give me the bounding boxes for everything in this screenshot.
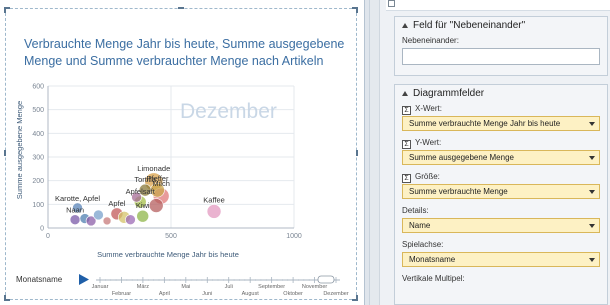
play-axis-month-label: November: [302, 284, 328, 290]
sum-icon: Σ: [402, 174, 411, 183]
play-axis-month-label: September: [258, 284, 285, 290]
collapse-triangle-icon[interactable]: [402, 91, 408, 96]
field-list-top: [386, 0, 610, 11]
scatter-point[interactable]: [136, 209, 150, 223]
field-well-label-text: X-Wert:: [415, 104, 442, 113]
play-axis-month-label: Juni: [202, 291, 212, 297]
field-name: Summe verbrauchte Menge Jahr bis heute: [409, 119, 561, 128]
dropdown-arrow-icon[interactable]: [589, 156, 595, 160]
point-label: Limonade: [137, 164, 170, 173]
play-axis-month-label: Mai: [181, 284, 190, 290]
sum-icon: Σ: [402, 106, 411, 115]
scatter-point[interactable]: [148, 198, 164, 213]
dropdown-arrow-icon[interactable]: [589, 122, 595, 126]
field-checkbox[interactable]: [388, 0, 395, 7]
chart-fields-list: Σ X-Wert: Summe verbrauchte Menge Jahr bis…: [395, 103, 607, 273]
y-tick-label: 400: [32, 131, 44, 138]
field-well-value[interactable]: Summe verbrauchte Menge Jahr bis heute: [402, 116, 600, 131]
x-tick-label: 1000: [286, 233, 302, 240]
chart-fields-section: Diagrammfelder Σ X-Wert: Summe verbrauchte…: [394, 84, 608, 305]
play-icon[interactable]: [79, 274, 89, 285]
tile-by-dropzone[interactable]: [402, 48, 600, 65]
scatter-point[interactable]: [93, 209, 104, 221]
x-tick-label: 0: [46, 233, 50, 240]
point-label: Kiwi: [136, 201, 150, 210]
y-tick-label: 600: [32, 84, 44, 91]
tile-by-section: Feld für "Nebeneinander" Nebeneinander:: [394, 16, 608, 76]
point-label: Karotte, Apfel: [55, 194, 100, 203]
tile-by-label: Nebeneinander:: [402, 36, 459, 45]
field-well-label-text: Größe:: [415, 172, 440, 181]
x-tick-label: 500: [165, 233, 177, 240]
vertical-multiples-label: Vertikale Multipel:: [402, 274, 465, 283]
play-axis-month-label: Oktober: [283, 291, 303, 297]
play-axis-month-label: Januar: [92, 284, 109, 290]
point-label: Apfel: [108, 199, 125, 208]
scatter-chart[interactable]: Dezember 0 100 200 300 400 500 600 0 500 1000 Lim…: [0, 0, 364, 305]
field-well-value[interactable]: Summe ausgegebene Menge: [402, 150, 600, 165]
chart-points: LimonadeTortillaPfefferMilchApfelsaftKaf…: [55, 164, 225, 227]
point-label: Milch: [152, 179, 170, 188]
point-label: Apfelsaft: [126, 187, 156, 196]
scatter-point[interactable]: [125, 214, 136, 226]
scatter-point[interactable]: [102, 216, 112, 226]
field-well-value[interactable]: Monatsname: [402, 252, 600, 267]
report-canvas[interactable]: Verbrauchte Menge Jahr bis heute, Summe …: [0, 0, 364, 305]
play-axis-month-label: Juli: [225, 284, 233, 290]
play-axis-watermark: Dezember: [180, 100, 277, 123]
section-title: Diagrammfelder: [413, 88, 485, 99]
field-well-label: Spielachse:: [395, 239, 607, 251]
y-tick-label: 0: [40, 226, 44, 233]
field-name: Summe ausgegebene Menge: [409, 153, 514, 162]
field-well-label: Σ Größe:: [395, 171, 607, 183]
play-axis-month-label: Februar: [112, 291, 131, 297]
dropdown-arrow-icon[interactable]: [589, 190, 595, 194]
scatter-point[interactable]: [69, 214, 81, 226]
field-name: Summe verbrauchte Menge: [409, 187, 508, 196]
x-axis-title: Summe verbrauchte Menge Jahr bis heute: [97, 250, 239, 259]
play-axis-month-label: August: [242, 291, 260, 297]
play-axis-slider-handle[interactable]: [317, 275, 335, 284]
field-well-label: Details:: [395, 205, 607, 217]
dropdown-arrow-icon[interactable]: [589, 224, 595, 228]
y-tick-label: 200: [32, 178, 44, 185]
point-label: Naan: [66, 206, 84, 215]
dropdown-arrow-icon[interactable]: [589, 258, 595, 262]
scatter-point[interactable]: [206, 204, 222, 219]
pane-scrollbar[interactable]: [370, 0, 380, 305]
chart-fields-header[interactable]: Diagrammfelder: [395, 85, 607, 103]
section-title: Feld für "Nebeneinander": [413, 20, 526, 31]
point-label: Kaffee: [203, 195, 225, 204]
y-axis-title: Summe ausgegebene Menge: [15, 101, 24, 199]
play-axis-label: Monatsname: [16, 275, 63, 284]
field-well-label: Σ X-Wert:: [395, 103, 607, 115]
sum-icon: Σ: [402, 140, 411, 149]
field-well-value[interactable]: Summe verbrauchte Menge: [402, 184, 600, 199]
field-well-label: Σ Y-Wert:: [395, 137, 607, 149]
tile-by-header[interactable]: Feld für "Nebeneinander": [395, 17, 607, 35]
play-axis-month-label: April: [159, 291, 170, 297]
collapse-triangle-icon[interactable]: [402, 23, 408, 28]
y-tick-label: 500: [32, 107, 44, 114]
field-well-label-text: Details:: [402, 206, 429, 215]
field-name: Name: [409, 221, 431, 230]
field-well-label-text: Spielachse:: [402, 240, 444, 249]
field-well-label-text: Y-Wert:: [415, 138, 442, 147]
play-axis-month-label: März: [137, 284, 149, 290]
y-tick-label: 100: [32, 202, 44, 209]
y-tick-label: 300: [32, 155, 44, 162]
field-well-value[interactable]: Name: [402, 218, 600, 233]
field-name: Monatsname: [409, 255, 456, 264]
play-axis-month-label: Dezember: [323, 291, 349, 297]
